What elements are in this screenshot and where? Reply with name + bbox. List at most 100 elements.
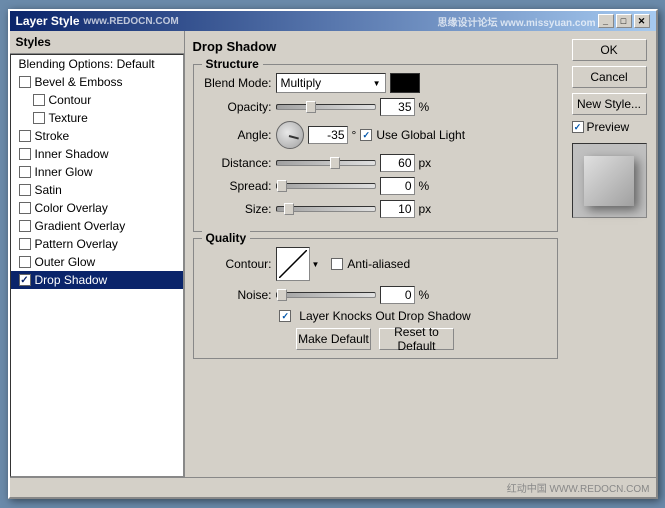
spread-unit: % <box>419 179 430 193</box>
sidebar-label: Blending Options: Default <box>19 57 155 71</box>
blend-mode-label: Blend Mode: <box>202 76 272 90</box>
reset-default-button[interactable]: Reset to Default <box>379 328 454 350</box>
title-watermark-left: www.REDOCN.COM <box>84 16 179 27</box>
spread-thumb[interactable] <box>277 180 287 192</box>
sidebar-item-contour[interactable]: Contour <box>11 91 183 109</box>
angle-row: Angle: -35 ° ✓ Use Global Light <box>202 121 549 149</box>
preview-inner <box>584 156 634 206</box>
noise-slider[interactable] <box>276 292 376 298</box>
opacity-slider[interactable] <box>276 104 376 110</box>
contour-preview[interactable] <box>276 247 310 281</box>
distance-unit: px <box>419 156 432 170</box>
drop-shadow-checkbox[interactable]: ✓ <box>19 274 31 286</box>
contour-label: Contour: <box>202 257 272 271</box>
contour-row: Contour: ▼ Anti-aliased <box>202 247 549 281</box>
maximize-button[interactable]: □ <box>616 14 632 28</box>
inner-glow-checkbox[interactable] <box>19 166 31 178</box>
sidebar-label: Stroke <box>35 129 70 143</box>
knocks-out-row: ✓ Layer Knocks Out Drop Shadow <box>202 309 549 323</box>
opacity-thumb[interactable] <box>306 101 316 113</box>
sidebar-label: Inner Glow <box>35 165 93 179</box>
sidebar-label: Gradient Overlay <box>35 219 126 233</box>
size-value[interactable]: 10 <box>380 200 415 218</box>
size-slider[interactable] <box>276 206 376 212</box>
sidebar-item-gradient-overlay[interactable]: Gradient Overlay <box>11 217 183 235</box>
sidebar-item-inner-glow[interactable]: Inner Glow <box>11 163 183 181</box>
sidebar-label: Inner Shadow <box>35 147 109 161</box>
quality-group: Quality Contour: ▼ Anti-aliased <box>193 238 558 359</box>
pattern-overlay-checkbox[interactable] <box>19 238 31 250</box>
dial-line <box>288 135 298 140</box>
outer-glow-checkbox[interactable] <box>19 256 31 268</box>
cancel-button[interactable]: Cancel <box>572 66 647 88</box>
noise-label: Noise: <box>202 288 272 302</box>
close-button[interactable]: ✕ <box>634 14 650 28</box>
dialog-body: Styles Blending Options: Default Bevel &… <box>10 31 656 477</box>
stroke-checkbox[interactable] <box>19 130 31 142</box>
sidebar-label: Color Overlay <box>35 201 108 215</box>
anti-aliased-checkbox[interactable] <box>331 258 343 270</box>
sidebar-label: Pattern Overlay <box>35 237 118 251</box>
distance-slider[interactable] <box>276 160 376 166</box>
spread-slider[interactable] <box>276 183 376 189</box>
opacity-value[interactable]: 35 <box>380 98 415 116</box>
minimize-button[interactable]: _ <box>598 14 614 28</box>
noise-row: Noise: 0 % <box>202 286 549 304</box>
sidebar-item-blending-options[interactable]: Blending Options: Default <box>11 55 183 73</box>
new-style-button[interactable]: New Style... <box>572 93 647 115</box>
spread-value[interactable]: 0 <box>380 177 415 195</box>
styles-list[interactable]: Blending Options: Default Bevel & Emboss… <box>10 54 184 477</box>
global-light-checkbox[interactable]: ✓ <box>360 129 372 141</box>
size-thumb[interactable] <box>284 203 294 215</box>
dropdown-arrow-icon: ▼ <box>373 79 381 88</box>
knocks-out-label: Layer Knocks Out Drop Shadow <box>299 309 470 323</box>
shadow-color-box[interactable] <box>390 73 420 93</box>
texture-checkbox[interactable] <box>33 112 45 124</box>
main-content: Drop Shadow Structure Blend Mode: Multip… <box>185 31 566 477</box>
distance-value[interactable]: 60 <box>380 154 415 172</box>
angle-dial[interactable] <box>276 121 304 149</box>
sidebar-label: Texture <box>49 111 88 125</box>
bottom-watermark: 红动中国 WWW.REDOCN.COM <box>10 477 656 497</box>
sidebar-item-texture[interactable]: Texture <box>11 109 183 127</box>
size-row: Size: 10 px <box>202 200 549 218</box>
noise-thumb[interactable] <box>277 289 287 301</box>
sidebar-item-color-overlay[interactable]: Color Overlay <box>11 199 183 217</box>
sidebar-item-satin[interactable]: Satin <box>11 181 183 199</box>
make-default-button[interactable]: Make Default <box>296 328 371 350</box>
sidebar-item-pattern-overlay[interactable]: Pattern Overlay <box>11 235 183 253</box>
bevel-emboss-checkbox[interactable] <box>19 76 31 88</box>
sidebar-item-outer-glow[interactable]: Outer Glow <box>11 253 183 271</box>
styles-header: Styles <box>10 31 184 54</box>
blend-mode-select[interactable]: Multiply ▼ <box>276 73 386 93</box>
contour-checkbox[interactable] <box>33 94 45 106</box>
sidebar-item-drop-shadow[interactable]: ✓ Drop Shadow <box>11 271 183 289</box>
bottom-buttons: Make Default Reset to Default <box>202 328 549 350</box>
angle-degree: ° <box>352 128 357 142</box>
noise-value[interactable]: 0 <box>380 286 415 304</box>
color-overlay-checkbox[interactable] <box>19 202 31 214</box>
inner-shadow-checkbox[interactable] <box>19 148 31 160</box>
sidebar-item-inner-shadow[interactable]: Inner Shadow <box>11 145 183 163</box>
dropdown-arrow-contour-icon: ▼ <box>312 260 320 269</box>
ok-button[interactable]: OK <box>572 39 647 61</box>
angle-label: Angle: <box>202 128 272 142</box>
spread-row: Spread: 0 % <box>202 177 549 195</box>
sidebar-label: Drop Shadow <box>35 273 108 287</box>
opacity-unit: % <box>419 100 430 114</box>
gradient-overlay-checkbox[interactable] <box>19 220 31 232</box>
preview-label: Preview <box>587 120 630 134</box>
satin-checkbox[interactable] <box>19 184 31 196</box>
opacity-label: Opacity: <box>202 100 272 114</box>
title-bar-right: 思缘设计论坛 www.missyuan.com _ □ ✕ <box>438 14 650 29</box>
anti-aliased-label: Anti-aliased <box>347 257 410 271</box>
sidebar-item-bevel-emboss[interactable]: Bevel & Emboss <box>11 73 183 91</box>
preview-checkbox[interactable]: ✓ <box>572 121 584 133</box>
sidebar-label: Outer Glow <box>35 255 96 269</box>
angle-value[interactable]: -35 <box>308 126 348 144</box>
knocks-out-checkbox[interactable]: ✓ <box>279 310 291 322</box>
layer-style-dialog: Layer Style www.REDOCN.COM 思缘设计论坛 www.mi… <box>8 9 658 499</box>
sidebar-item-stroke[interactable]: Stroke <box>11 127 183 145</box>
distance-thumb[interactable] <box>330 157 340 169</box>
distance-label: Distance: <box>202 156 272 170</box>
